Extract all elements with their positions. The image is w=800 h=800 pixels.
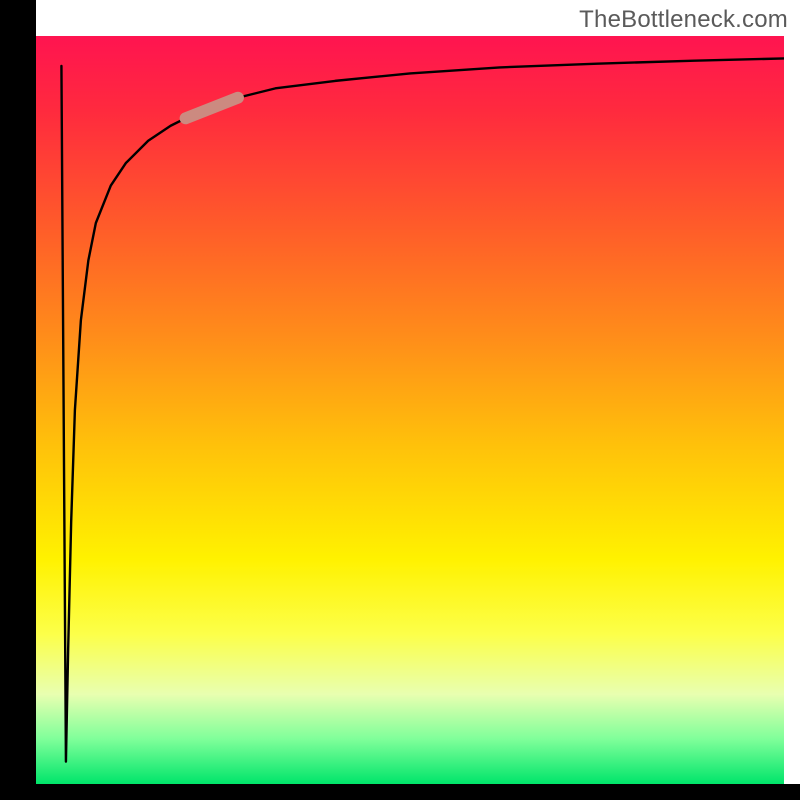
chart-container: TheBottleneck.com: [0, 0, 800, 800]
curve-marker-segment: [186, 98, 238, 119]
watermark-text: TheBottleneck.com: [579, 6, 788, 34]
x-axis: [0, 784, 800, 800]
y-axis: [0, 0, 36, 784]
bottleneck-curve: [61, 58, 784, 761]
curve-layer: [36, 36, 784, 784]
